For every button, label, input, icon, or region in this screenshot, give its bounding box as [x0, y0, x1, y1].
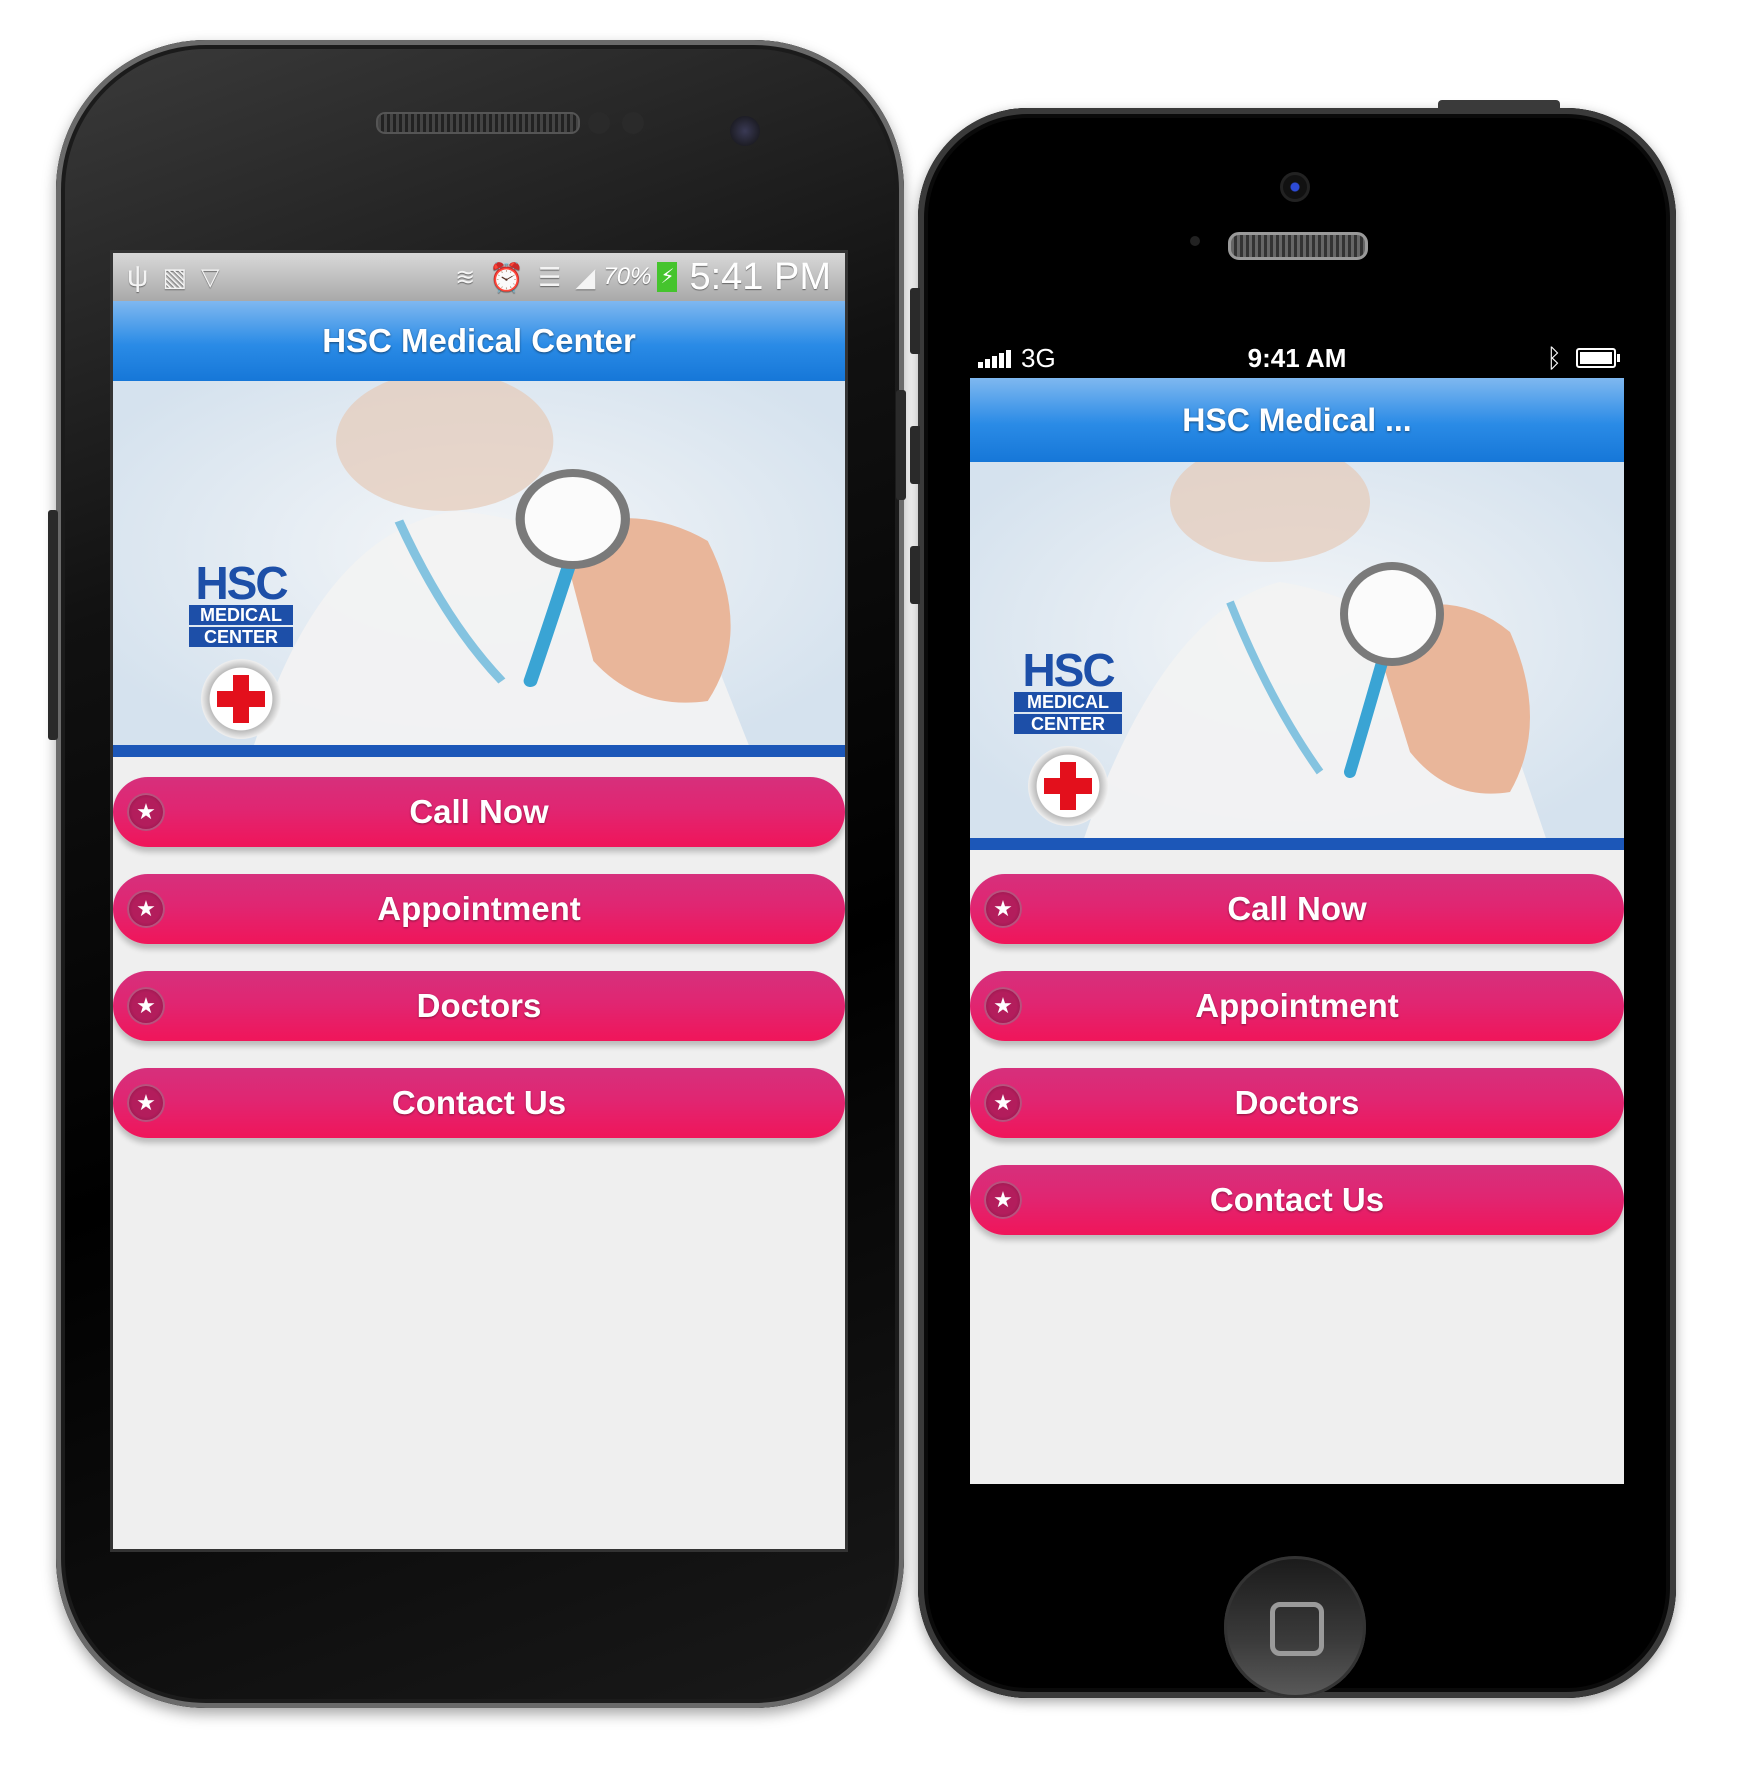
star-icon: ★: [984, 987, 1022, 1025]
alarm-icon: ⏰: [489, 261, 525, 293]
front-camera: [1280, 172, 1310, 202]
hero-underline: [113, 745, 845, 757]
sleep-wake-button[interactable]: [1438, 100, 1560, 110]
star-icon: ★: [984, 890, 1022, 928]
call-now-button[interactable]: ★ Call Now: [113, 777, 845, 847]
menu-button-label: Appointment: [377, 890, 581, 927]
menu-button-label: Appointment: [1195, 987, 1399, 1024]
appointment-button[interactable]: ★ Appointment: [970, 971, 1624, 1041]
appointment-button[interactable]: ★ Appointment: [113, 874, 845, 944]
app-title: HSC Medical Center: [113, 301, 845, 381]
doctors-button[interactable]: ★ Doctors: [970, 1068, 1624, 1138]
logo-hsc-text: HSC: [195, 557, 288, 609]
menu-button-label: Doctors: [1234, 1084, 1360, 1121]
menu-button-label: Contact Us: [1209, 1181, 1385, 1218]
volume-up-button[interactable]: [910, 426, 920, 484]
hsc-logo: HSC MEDICAL CENTER: [1014, 644, 1122, 826]
main-menu: ★ Call Now ★ Appointment ★ Doctors ★ Con…: [113, 777, 845, 1165]
hsc-logo: HSC MEDICAL CENTER: [189, 557, 293, 739]
volume-button[interactable]: [48, 510, 58, 740]
iphone: 3G 9:41 AM ᛒ HSC Medical ... HSC MEDICAL…: [910, 100, 1676, 1698]
image-icon: ▧: [162, 261, 187, 292]
status-time: 5:41 PM: [689, 255, 831, 298]
mute-switch[interactable]: [910, 288, 920, 354]
bluetooth-icon: ᛒ: [1546, 342, 1562, 373]
star-icon: ★: [984, 1084, 1022, 1122]
app-title: HSC Medical ...: [970, 378, 1624, 462]
light-sensor: [622, 112, 644, 134]
battery-icon: [1576, 348, 1620, 368]
logo-hsc-text: HSC: [1022, 644, 1115, 696]
main-menu: ★ Call Now ★ Appointment ★ Doctors ★ Con…: [970, 874, 1624, 1262]
notification-icon: ▽: [200, 263, 220, 291]
android-screen: ψ ▧ ▽ ≋ ⏰ ☰ ◢ 70% ⚡ 5:41 PM HSC Medical …: [110, 250, 848, 1552]
logo-medical-text: MEDICAL: [189, 605, 293, 625]
volume-down-button[interactable]: [910, 546, 920, 604]
hero-image: HSC MEDICAL CENTER: [970, 462, 1624, 850]
star-icon: ★: [984, 1181, 1022, 1219]
power-button[interactable]: [896, 390, 906, 500]
home-button[interactable]: [1224, 1556, 1366, 1698]
logo-center-text: CENTER: [1014, 714, 1122, 734]
vibrate-icon: ≋: [455, 263, 476, 291]
signal-bars-icon: [978, 348, 1013, 368]
contact-us-button[interactable]: ★ Contact Us: [113, 1068, 845, 1138]
iphone-status-bar: 3G 9:41 AM ᛒ: [970, 338, 1624, 378]
call-now-button[interactable]: ★ Call Now: [970, 874, 1624, 944]
usb-icon: ψ: [127, 260, 149, 293]
battery-percent: 70%: [603, 263, 652, 290]
menu-button-label: Doctors: [416, 987, 542, 1024]
logo-medical-text: MEDICAL: [1014, 692, 1122, 712]
battery-charging-icon: ⚡: [657, 262, 678, 292]
star-icon: ★: [127, 987, 165, 1025]
star-icon: ★: [127, 793, 165, 831]
signal-icon: ◢: [575, 261, 596, 292]
menu-button-label: Call Now: [409, 793, 549, 830]
logo-center-text: CENTER: [189, 627, 293, 647]
front-camera: [730, 116, 760, 146]
proximity-sensor: [588, 112, 610, 134]
status-time: 9:41 AM: [1247, 342, 1347, 373]
menu-button-label: Contact Us: [391, 1084, 567, 1121]
star-icon: ★: [127, 1084, 165, 1122]
android-status-bar: ψ ▧ ▽ ≋ ⏰ ☰ ◢ 70% ⚡ 5:41 PM: [113, 253, 845, 301]
android-phone: ψ ▧ ▽ ≋ ⏰ ☰ ◢ 70% ⚡ 5:41 PM HSC Medical …: [48, 40, 906, 1708]
earpiece-speaker: [1228, 232, 1368, 260]
wifi-icon: ☰: [538, 261, 562, 292]
doctors-button[interactable]: ★ Doctors: [113, 971, 845, 1041]
earpiece-speaker: [376, 112, 580, 134]
red-cross-icon: [201, 659, 281, 739]
red-cross-icon: [1028, 746, 1108, 826]
iphone-screen: 3G 9:41 AM ᛒ HSC Medical ... HSC MEDICAL…: [970, 338, 1624, 1484]
hero-underline: [970, 838, 1624, 850]
contact-us-button[interactable]: ★ Contact Us: [970, 1165, 1624, 1235]
star-icon: ★: [127, 890, 165, 928]
hero-image: HSC MEDICAL CENTER: [113, 381, 845, 757]
network-type: 3G: [1021, 342, 1056, 373]
menu-button-label: Call Now: [1227, 890, 1367, 927]
proximity-sensor: [1190, 236, 1200, 246]
